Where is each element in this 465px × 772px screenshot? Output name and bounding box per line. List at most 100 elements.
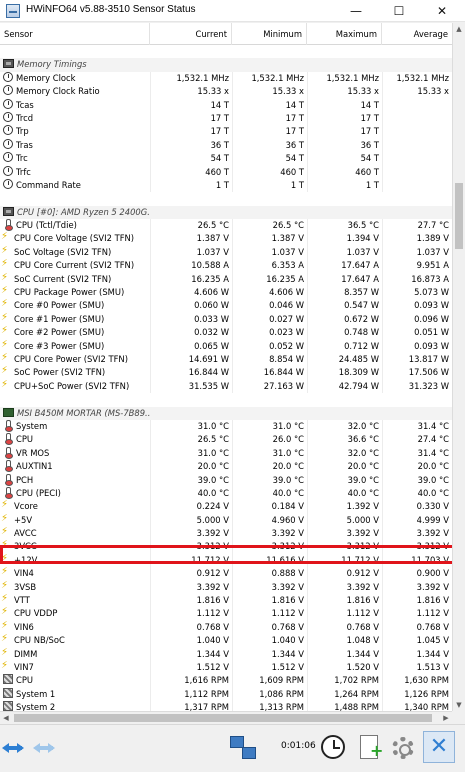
sensor-row[interactable]: Core #0 Power (SMU) 0.060 W 0.046 W 0.547 W… — [0, 299, 452, 313]
average-value — [382, 125, 452, 138]
sensor-row[interactable]: Vcore 0.224 V 0.184 V 1.392 V 0.330 V — [0, 500, 452, 514]
scroll-left-icon[interactable]: ◀ — [0, 712, 12, 724]
maximize-button[interactable]: ☐ — [378, 0, 420, 22]
sensor-row[interactable]: VIN7 1.512 V 1.512 V 1.520 V 1.513 V — [0, 660, 452, 675]
average-value: 3.312 V — [416, 541, 449, 552]
current-value: 14 T — [210, 99, 229, 110]
minimum-value: 0.027 W — [269, 313, 304, 324]
average-value: 27.4 °C — [417, 434, 449, 445]
sensor-row[interactable]: +12V 11.712 V 11.616 V 11.712 V 11.703 V — [0, 553, 452, 568]
sensor-row[interactable]: System 2 1,317 RPM 1,313 RPM 1,488 RPM 1,340… — [0, 701, 452, 711]
scroll-down-icon[interactable]: ▼ — [453, 699, 465, 711]
sensor-row[interactable]: SoC Voltage (SVI2 TFN) 1.037 V 1.037 V 1.03… — [0, 245, 452, 260]
maximum-value: 32.0 °C — [347, 447, 379, 458]
spacer-row — [0, 393, 452, 407]
horizontal-scrollbar[interactable]: ◀ ▶ — [0, 711, 452, 724]
current-value: 1.344 V — [196, 648, 229, 659]
sensor-row[interactable]: 3VSB 3.392 V 3.392 V 3.392 V 3.392 V — [0, 580, 452, 595]
vertical-scrollbar[interactable]: ▲ ▼ — [452, 23, 465, 711]
sensor-row[interactable]: VIN4 0.912 V 0.888 V 0.912 V 0.900 V — [0, 567, 452, 581]
average-value: 1.344 V — [416, 648, 449, 659]
sensor-row[interactable]: CPU NB/SoC 1.040 V 1.040 V 1.048 V 1.045 V — [0, 634, 452, 648]
sensor-row[interactable]: CPU 26.5 °C 26.0 °C 36.6 °C 27.4 °C — [0, 433, 452, 447]
minimize-button[interactable]: — — [335, 0, 377, 22]
sensor-row[interactable]: Trp 17 T 17 T 17 T — [0, 125, 452, 139]
navigate-previous-button[interactable] — [2, 733, 32, 763]
sensor-row[interactable]: CPU Core Voltage (SVI2 TFN) 1.387 V 1.387 … — [0, 232, 452, 246]
voltage-icon — [1, 246, 11, 257]
maximum-value: 20.0 °C — [347, 461, 379, 472]
sensor-row[interactable]: Command Rate 1 T 1 T 1 T — [0, 178, 452, 193]
sensor-row[interactable]: CPU VDDP 1.112 V 1.112 V 1.112 V 1.112 V — [0, 607, 452, 621]
close-window-button[interactable]: ✕ — [421, 0, 463, 22]
sensor-row[interactable]: 3VCC 3.312 V 3.312 V 3.312 V 3.312 V — [0, 540, 452, 554]
sensor-row[interactable]: CPU (PECI) 40.0 °C 40.0 °C 40.0 °C 40.0 °C — [0, 486, 452, 501]
sensor-label: Memory Clock Ratio — [16, 86, 100, 97]
sensor-label: PCH — [16, 474, 34, 485]
sensor-row[interactable]: Core #2 Power (SMU) 0.032 W 0.023 W 0.748 W… — [0, 326, 452, 340]
maximum-value: 36.5 °C — [347, 220, 379, 231]
current-value: 31.0 °C — [197, 420, 229, 431]
sensor-row[interactable]: PCH 39.0 °C 39.0 °C 39.0 °C 39.0 °C — [0, 473, 452, 487]
sensor-row[interactable]: AUXTIN1 20.0 °C 20.0 °C 20.0 °C 20.0 °C — [0, 460, 452, 474]
sensor-group-header[interactable]: MSI B450M MORTAR (MS-7B89... — [0, 406, 452, 420]
sensor-group-header[interactable]: Memory Timings — [0, 58, 452, 72]
sensor-row[interactable]: CPU+SoC Power (SVI2 TFN) 31.535 W 27.163 W… — [0, 379, 452, 394]
sensor-row[interactable]: Core #3 Power (SMU) 0.065 W 0.052 W 0.712 W… — [0, 339, 452, 353]
sensor-row[interactable]: CPU Core Power (SVI2 TFN) 14.691 W 8.854 W… — [0, 352, 452, 367]
sensor-row[interactable]: Tras 36 T 36 T 36 T — [0, 138, 452, 153]
sensor-row[interactable]: System 1 1,112 RPM 1,086 RPM 1,264 RPM 1,126… — [0, 687, 452, 702]
sensor-name: CPU [#0]: AMD Ryzen 5 2400G... — [0, 206, 150, 219]
sensor-group-header[interactable]: CPU [#0]: AMD Ryzen 5 2400G... — [0, 205, 452, 220]
sensor-name: VTT — [0, 594, 150, 607]
voltage-icon — [1, 353, 11, 364]
column-sensor[interactable]: Sensor — [0, 23, 150, 45]
voltage-icon — [1, 299, 11, 310]
sensor-row[interactable]: AVCC 3.392 V 3.392 V 3.392 V 3.392 V — [0, 527, 452, 541]
sensor-row[interactable]: CPU Package Power (SMU) 4.606 W 4.606 W 8.3… — [0, 286, 452, 300]
reset-timer-button[interactable] — [318, 733, 348, 763]
voltage-icon — [1, 514, 11, 525]
column-minimum[interactable]: Minimum — [232, 23, 307, 45]
sensor-row[interactable]: Trcd 17 T 17 T 17 T — [0, 111, 452, 126]
vertical-scroll-thumb[interactable] — [455, 183, 463, 249]
close-sensors-button[interactable]: ✕ — [423, 731, 455, 763]
sensor-row[interactable]: Trfc 460 T 460 T 460 T — [0, 165, 452, 179]
scroll-up-icon[interactable]: ▲ — [453, 23, 465, 35]
maximum-value: 17 T — [360, 126, 379, 137]
maximum-value: 17 T — [360, 112, 379, 123]
sensor-row[interactable]: SoC Current (SVI2 TFN) 16.235 A 16.235 A 17… — [0, 272, 452, 287]
sensor-row[interactable]: VTT 1.816 V 1.816 V 1.816 V 1.816 V — [0, 594, 452, 608]
scroll-right-icon[interactable]: ▶ — [440, 712, 452, 724]
sensor-row[interactable]: Memory Clock Ratio 15.33 x 15.33 x 15.33 x 1… — [0, 85, 452, 99]
average-value: 15.33 x — [417, 86, 449, 97]
sensor-row[interactable]: Memory Clock 1,532.1 MHz 1,532.1 MHz 1,532.… — [0, 71, 452, 86]
sensor-row[interactable]: CPU Core Current (SVI2 TFN) 10.588 A 6.353… — [0, 259, 452, 273]
minimum-value: 3.312 V — [271, 541, 304, 552]
column-maximum[interactable]: Maximum — [307, 23, 382, 45]
double-arrow-icon — [2, 743, 24, 753]
average-value: 1.513 V — [416, 661, 449, 672]
column-current[interactable]: Current — [150, 23, 232, 45]
settings-button[interactable] — [388, 733, 418, 763]
sensor-row[interactable]: Tcas 14 T 14 T 14 T — [0, 98, 452, 112]
logging-button[interactable]: + — [355, 733, 385, 763]
average-value — [382, 179, 452, 192]
sensor-row[interactable]: Core #1 Power (SMU) 0.033 W 0.027 W 0.672 W… — [0, 312, 452, 327]
maximum-value: 0.768 V — [346, 621, 379, 632]
sensor-row[interactable]: DIMM 1.344 V 1.344 V 1.344 V 1.344 V — [0, 647, 452, 661]
navigate-next-button[interactable] — [33, 733, 63, 763]
sensor-row[interactable]: CPU 1,616 RPM 1,609 RPM 1,702 RPM 1,630 RPM — [0, 674, 452, 688]
current-value: 16.235 A — [191, 273, 229, 284]
sensor-row[interactable]: SoC Power (SVI2 TFN) 16.844 W 16.844 W 18.3… — [0, 366, 452, 380]
sensor-row[interactable]: CPU (Tctl/Tdie) 26.5 °C 26.5 °C 36.5 °C 27.7… — [0, 219, 452, 233]
column-average[interactable]: Average — [382, 23, 452, 45]
sensor-row[interactable]: Trc 54 T 54 T 54 T — [0, 152, 452, 166]
horizontal-scroll-thumb[interactable] — [14, 714, 432, 722]
sensor-row[interactable]: System 31.0 °C 31.0 °C 32.0 °C 31.4 °C — [0, 419, 452, 434]
sensor-row[interactable]: VIN6 0.768 V 0.768 V 0.768 V 0.768 V — [0, 620, 452, 635]
sensor-row[interactable]: +5V 5.000 V 4.960 V 5.000 V 4.999 V — [0, 513, 452, 528]
current-value: 1.037 V — [196, 246, 229, 257]
sensor-row[interactable]: VR MOS 31.0 °C 31.0 °C 32.0 °C 31.4 °C — [0, 446, 452, 461]
layout-swap-button[interactable] — [226, 733, 260, 763]
